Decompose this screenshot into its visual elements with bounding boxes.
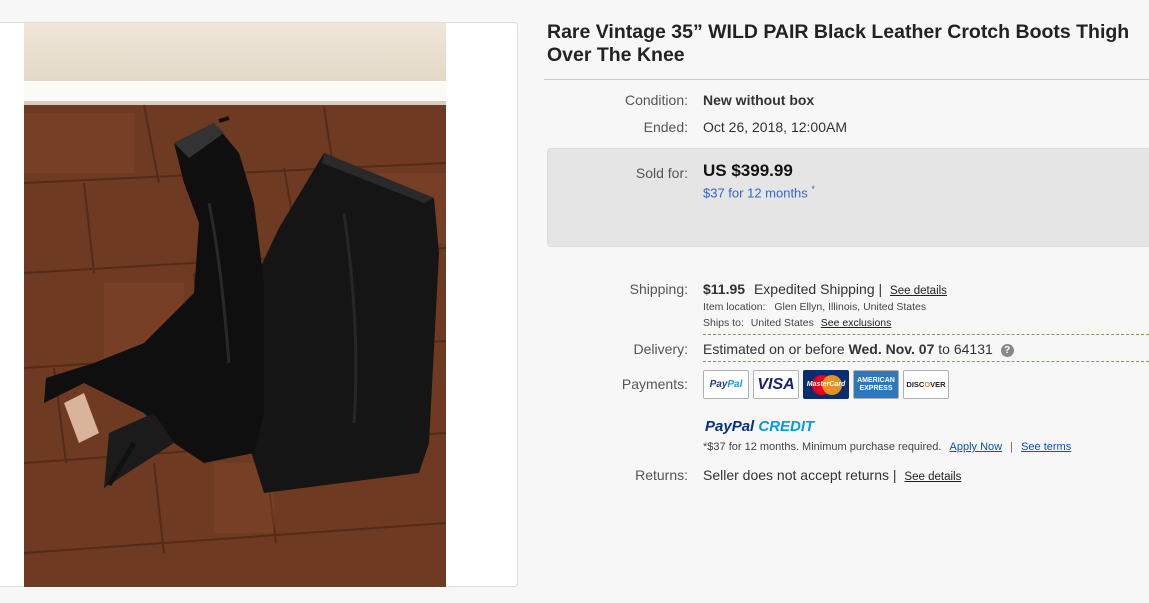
boots-image <box>24 23 446 587</box>
delivery-date: Wed. Nov. 07 <box>848 341 935 357</box>
paypal-card-icon: Pay Pal <box>703 370 749 399</box>
returns-label: Returns: <box>635 467 688 483</box>
listing-title-line-2: Over The Knee <box>547 44 685 66</box>
ships-to-value: United States <box>750 317 814 329</box>
returns-see-details-link[interactable]: See details <box>904 471 961 483</box>
returns-row: Seller does not accept returns | See det… <box>703 467 961 483</box>
shipping-cost: $11.95 <box>703 281 746 297</box>
paypal-credit-a: PayPal <box>705 418 755 435</box>
shipping-method: Expedited Shipping | <box>753 281 883 297</box>
visa-card-icon: VISA <box>753 370 799 399</box>
credit-note-row: *$37 for 12 months. Minimum purchase req… <box>703 441 1071 453</box>
item-location-row: Item location: Glen Ellyn, Illinois, Uni… <box>703 301 926 313</box>
ended-label: Ended: <box>643 119 688 135</box>
delivery-label: Delivery: <box>633 341 688 357</box>
credit-separator: | <box>1010 441 1014 453</box>
product-photo[interactable] <box>24 23 446 587</box>
sold-price-box <box>547 148 1149 247</box>
condition-label: Condition: <box>624 92 688 108</box>
item-location-label: Item location: <box>703 301 766 313</box>
ships-to-label: Ships to: <box>703 317 744 329</box>
ended-value: Oct 26, 2018, 12:00AM <box>703 119 847 135</box>
listing-title-line-1: Rare Vintage 35” WILD PAIR Black Leather… <box>547 21 1130 43</box>
delivery-divider <box>703 361 1149 362</box>
see-terms-link[interactable]: See terms <box>1021 441 1071 453</box>
shipping-row: $11.95 Expedited Shipping | See details <box>703 281 947 297</box>
mastercard-label: MasterCard <box>806 381 846 388</box>
returns-value: Seller does not accept returns | <box>703 467 897 483</box>
sold-for-label: Sold for: <box>635 165 688 181</box>
shipping-see-details-link[interactable]: See details <box>890 285 947 297</box>
image-panel <box>0 22 518 587</box>
apply-now-link[interactable]: Apply Now <box>950 441 1003 453</box>
shipping-divider <box>703 334 1149 335</box>
paypal-credit-logo: PayPal CREDIT <box>705 418 814 435</box>
credit-note: *$37 for 12 months. Minimum purchase req… <box>703 441 942 453</box>
sold-price: US $399.99 <box>703 161 793 180</box>
payment-methods: Pay Pal VISA MasterCard AMERICAN EXPRESS … <box>703 370 949 399</box>
paypal-credit-b: CREDIT <box>754 418 815 435</box>
payments-label: Payments: <box>621 376 688 392</box>
discover-card-icon: DISC O VER <box>903 370 949 399</box>
see-exclusions-link[interactable]: See exclusions <box>821 317 892 329</box>
monthly-payment[interactable]: $37 for 12 months * <box>703 184 815 200</box>
condition-value: New without box <box>703 92 815 108</box>
mastercard-icon: MasterCard <box>803 370 849 399</box>
title-divider <box>544 79 1149 80</box>
delivery-row: Estimated on or before Wed. Nov. 07 to 6… <box>703 341 1014 357</box>
delivery-zip: to 64131 <box>938 341 993 357</box>
help-icon[interactable]: ? <box>1000 344 1014 357</box>
delivery-prefix: Estimated on or before <box>703 341 845 357</box>
item-location-value: Glen Ellyn, Illinois, United States <box>774 301 927 313</box>
monthly-payment-text: $37 for 12 months <box>703 185 808 201</box>
monthly-payment-mark: * <box>811 184 815 194</box>
shipping-label: Shipping: <box>629 281 688 297</box>
amex-card-icon: AMERICAN EXPRESS <box>853 370 899 399</box>
ships-to-row: Ships to: United States See exclusions <box>703 317 891 329</box>
listing-title: Rare Vintage 35” WILD PAIR Black Leather… <box>547 21 1147 67</box>
